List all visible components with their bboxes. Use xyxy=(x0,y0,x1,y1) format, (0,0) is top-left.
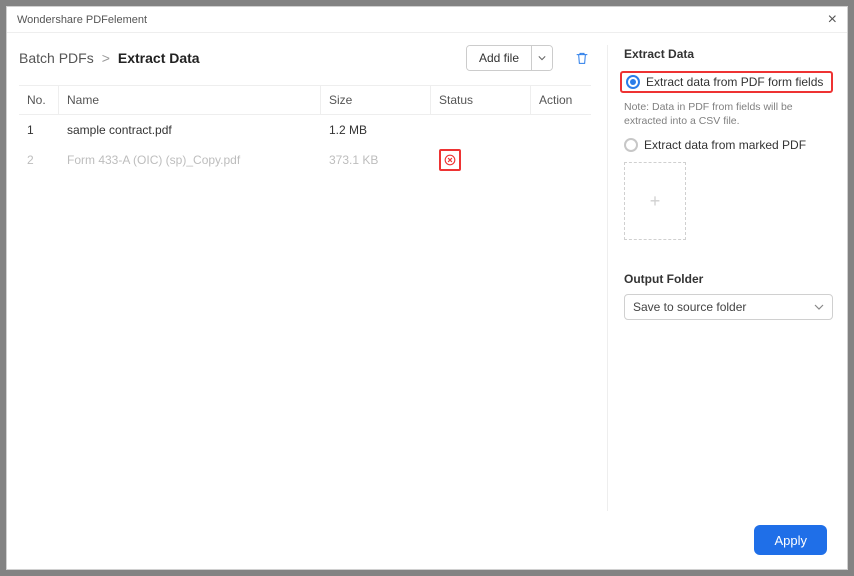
add-file-button[interactable]: Add file xyxy=(467,46,532,70)
toolbar: Add file xyxy=(466,45,591,71)
radio-icon xyxy=(624,138,638,152)
option-label: Extract data from PDF form fields xyxy=(646,75,823,89)
chevron-down-icon xyxy=(814,302,824,312)
file-table: No. Name Size Status Action 1 sample con… xyxy=(19,85,591,175)
delete-all-button[interactable] xyxy=(573,49,591,67)
titlebar: Wondershare PDFelement × xyxy=(7,7,847,33)
option-extract-marked-pdf[interactable]: Extract data from marked PDF xyxy=(624,138,833,152)
window-title: Wondershare PDFelement xyxy=(17,14,147,26)
add-file-dropdown[interactable] xyxy=(532,46,552,70)
cell-name: sample contract.pdf xyxy=(59,123,321,137)
table-header: No. Name Size Status Action xyxy=(19,85,591,115)
add-area-dropzone[interactable]: + xyxy=(624,162,686,240)
table-row[interactable]: 1 sample contract.pdf 1.2 MB xyxy=(19,115,591,145)
cell-size: 373.1 KB xyxy=(321,153,431,167)
cell-no: 1 xyxy=(19,123,59,137)
breadcrumb: Batch PDFs > Extract Data xyxy=(19,50,466,66)
option-note: Note: Data in PDF from fields will be ex… xyxy=(624,101,833,128)
col-name: Name xyxy=(59,86,321,114)
plus-icon: + xyxy=(650,191,661,212)
cell-size: 1.2 MB xyxy=(321,123,431,137)
app-window: Wondershare PDFelement × Batch PDFs > Ex… xyxy=(6,6,848,570)
col-status: Status xyxy=(431,86,531,114)
side-heading: Extract Data xyxy=(624,47,833,61)
error-status-badge xyxy=(439,149,461,171)
output-folder-select[interactable]: Save to source folder xyxy=(624,294,833,320)
close-icon[interactable]: × xyxy=(828,11,837,29)
table-row[interactable]: 2 Form 433-A (OIC) (sp)_Copy.pdf 373.1 K… xyxy=(19,145,591,175)
side-panel: Extract Data Extract data from PDF form … xyxy=(608,45,833,511)
breadcrumb-root[interactable]: Batch PDFs xyxy=(19,50,94,66)
cell-no: 2 xyxy=(19,153,59,167)
trash-icon xyxy=(574,50,590,66)
option-extract-form-fields[interactable]: Extract data from PDF form fields xyxy=(620,71,833,93)
cell-name: Form 433-A (OIC) (sp)_Copy.pdf xyxy=(59,153,321,167)
footer: Apply xyxy=(7,521,847,569)
chevron-right-icon: > xyxy=(102,50,110,66)
cell-status xyxy=(431,149,531,171)
breadcrumb-current: Extract Data xyxy=(118,50,200,66)
select-value: Save to source folder xyxy=(633,300,746,314)
chevron-down-icon xyxy=(538,54,546,62)
radio-icon xyxy=(626,75,640,89)
col-no: No. xyxy=(19,86,59,114)
main-panel: Batch PDFs > Extract Data Add file xyxy=(19,45,608,511)
output-folder-label: Output Folder xyxy=(624,272,833,286)
option-label: Extract data from marked PDF xyxy=(644,138,806,152)
apply-button[interactable]: Apply xyxy=(754,525,827,555)
body: Batch PDFs > Extract Data Add file xyxy=(7,33,847,521)
col-action: Action xyxy=(531,86,591,114)
add-file-group: Add file xyxy=(466,45,553,71)
error-icon xyxy=(443,153,457,167)
col-size: Size xyxy=(321,86,431,114)
